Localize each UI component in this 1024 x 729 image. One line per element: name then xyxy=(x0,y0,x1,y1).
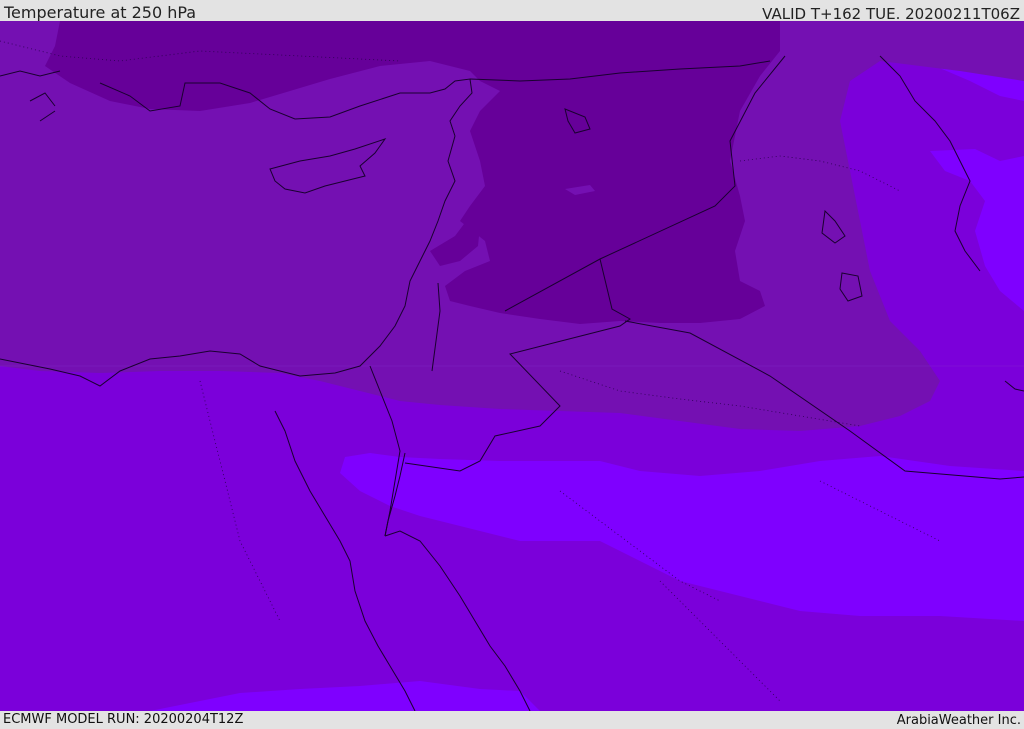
credit-label: ArabiaWeather Inc. xyxy=(896,713,1021,728)
weather-map-frame: Temperature at 250 hPa VALID T+162 TUE. … xyxy=(0,0,1024,729)
map-canvas xyxy=(0,21,1024,711)
footer-bar: ECMWF MODEL RUN: 20200204T12Z ArabiaWeat… xyxy=(0,711,1024,729)
header-bar: Temperature at 250 hPa VALID T+162 TUE. … xyxy=(0,0,1024,23)
temperature-map xyxy=(0,21,1024,711)
map-title: Temperature at 250 hPa xyxy=(4,3,197,22)
model-run-label: ECMWF MODEL RUN: 20200204T12Z xyxy=(3,712,244,727)
valid-time: VALID T+162 TUE. 20200211T06Z xyxy=(762,5,1020,23)
